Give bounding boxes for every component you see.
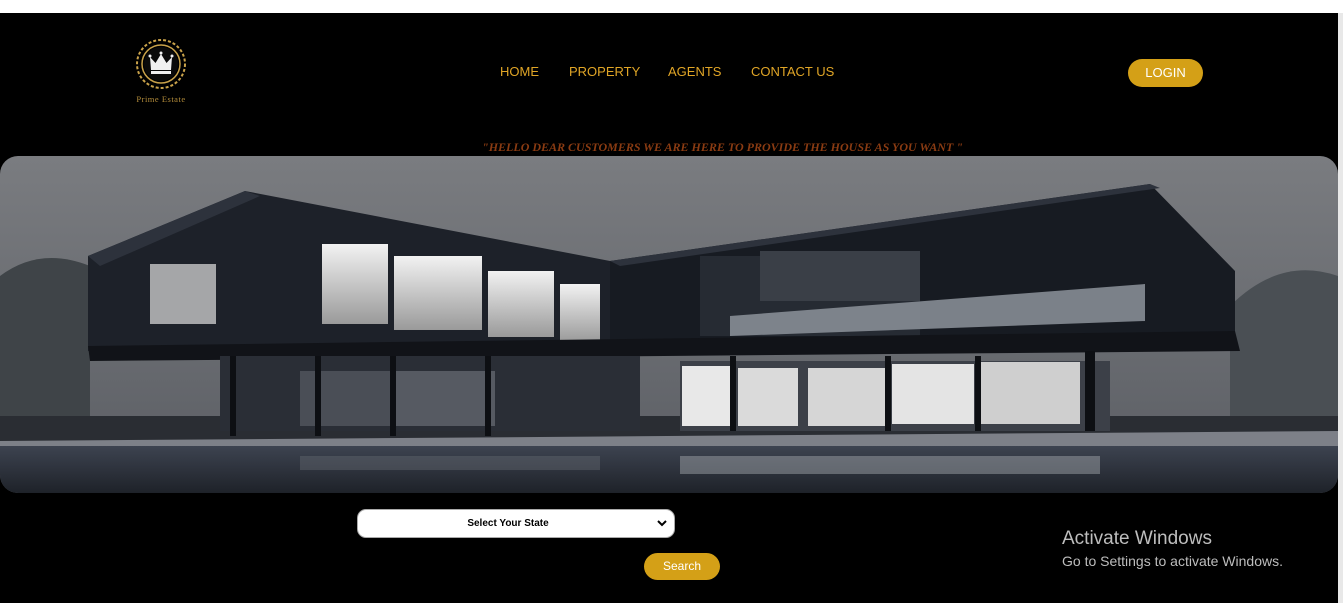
login-button[interactable]: LOGIN <box>1128 59 1203 87</box>
search-button[interactable]: Search <box>644 553 720 580</box>
state-select-value: Select Your State <box>467 518 549 529</box>
brand-logo[interactable]: Prime Estate <box>124 38 198 108</box>
nav-agents[interactable]: AGENTS <box>668 64 721 79</box>
activate-windows-title: Activate Windows <box>1062 528 1212 549</box>
brand-name: Prime Estate <box>136 94 186 104</box>
crown-icon <box>136 39 186 89</box>
browser-top-strip <box>0 0 1343 13</box>
tagline: "HELLO DEAR CUSTOMERS WE ARE HERE TO PRO… <box>482 140 963 154</box>
nav-home[interactable]: HOME <box>500 64 539 79</box>
nav-contact-us[interactable]: CONTACT US <box>751 64 834 79</box>
activate-windows-watermark: Activate Windows Go to Settings to activ… <box>1062 528 1283 572</box>
chevron-down-icon <box>656 516 668 530</box>
scrollbar[interactable] <box>1338 13 1343 603</box>
state-select[interactable]: Select Your State <box>357 509 675 538</box>
modern-house-photo <box>0 156 1338 493</box>
nav-property[interactable]: PROPERTY <box>569 64 640 79</box>
activate-windows-subtitle: Go to Settings to activate Windows. <box>1062 553 1283 569</box>
hero-image <box>0 156 1338 493</box>
